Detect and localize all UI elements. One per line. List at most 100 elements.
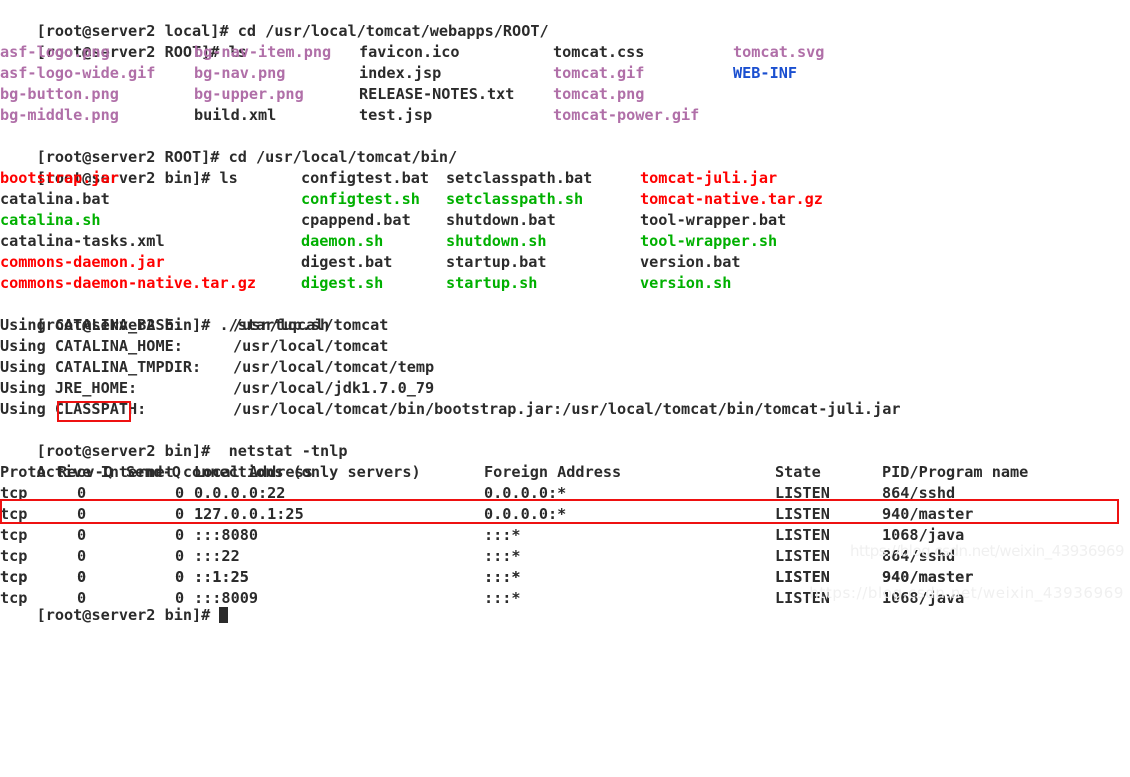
ls-entry[interactable]: startup.bat [446,252,547,273]
ls-bin-row: catalina.bat configtest.sh setclasspath.… [0,189,823,210]
cell-foreign-address: :::* [484,526,521,544]
ls-entry[interactable]: catalina-tasks.xml [0,231,165,252]
ls-entry[interactable]: tomcat-native.tar.gz [640,189,823,210]
terminal-line-startup: [root@server2 bin]# ./startup.sh [0,294,330,334]
ls-root-row: bg-button.png bg-upper.png RELEASE-NOTES… [0,84,644,105]
env-var-value: /usr/local/tomcat [233,316,389,334]
terminal-line-cd-bin: [root@server2 ROOT]# cd /usr/local/tomca… [0,126,458,166]
ls-entry[interactable]: configtest.bat [301,168,429,189]
cell-sendq: 0 [175,484,185,502]
ls-entry[interactable]: bg-nav.png [194,63,285,84]
cell-state: LISTEN [775,505,830,523]
terminal-line-final-prompt: [root@server2 bin]# [0,584,229,624]
cell-proto: tcp [0,547,28,565]
ls-entry[interactable]: daemon.sh [301,231,383,252]
ls-root-row: asf-logo.png bg-nav-item.png favicon.ico… [0,42,824,63]
ls-entry[interactable]: tool-wrapper.sh [640,231,777,252]
startup-output-line: Using CATALINA_HOME: /usr/local/tomcat [0,336,388,357]
ls-entry[interactable]: asf-logo-wide.gif [0,63,155,84]
site-watermark: https://blog.csdn.net/weixin_43936969 ht… [809,520,1124,604]
cell-foreign-address: :::* [484,547,521,565]
terminal-window[interactable]: [root@server2 local]# cd /usr/local/tomc… [0,0,1130,624]
cell-recvq: 0 [77,484,87,502]
column-header-pid: PID/Program name [882,463,1029,481]
column-header-proto: Proto [0,463,46,481]
cell-local-address: :::8080 [194,526,259,544]
ls-entry[interactable]: favicon.ico [359,42,460,63]
env-var-label: Using CATALINA_BASE: [0,316,183,334]
cell-local-address: 127.0.0.1:25 [194,505,304,523]
ls-entry[interactable]: configtest.sh [301,189,420,210]
ls-bin-row: commons-daemon.jar digest.bat startup.ba… [0,252,741,273]
command-cd-webapps-root: cd /usr/local/tomcat/webapps/ROOT/ [237,22,549,40]
netstat-row[interactable]: tcp 0 0 :::22 :::* LISTEN 864/sshd [0,546,955,567]
ls-entry[interactable]: tomcat.svg [733,42,824,63]
column-header-sendq: Send-Q [126,463,181,481]
cell-state: LISTEN [775,484,830,502]
ls-entry[interactable]: RELEASE-NOTES.txt [359,84,514,105]
ls-entry[interactable]: bg-nav-item.png [194,42,331,63]
ls-entry[interactable]: cpappend.bat [301,210,411,231]
cell-foreign-address: 0.0.0.0:* [484,484,567,502]
ls-entry[interactable]: setclasspath.sh [446,189,583,210]
ls-entry[interactable]: tomcat-power.gif [553,105,699,126]
netstat-row[interactable]: tcp 0 0 127.0.0.1:25 0.0.0.0:* LISTEN 94… [0,504,973,525]
cell-proto: tcp [0,505,28,523]
cell-recvq: 0 [77,547,87,565]
env-var-value: /usr/local/tomcat [233,337,389,355]
netstat-heading: Active Internet connections (only server… [0,441,421,481]
ls-entry[interactable]: tool-wrapper.bat [640,210,786,231]
cell-proto: tcp [0,484,28,502]
ls-bin-row: catalina-tasks.xml daemon.sh shutdown.sh… [0,231,777,252]
ls-entry[interactable]: test.jsp [359,105,432,126]
ls-entry[interactable]: tomcat.gif [553,63,644,84]
env-var-label: Using CLASSPATH: [0,400,147,418]
ls-entry[interactable]: bg-upper.png [194,84,304,105]
ls-entry[interactable]: build.xml [194,105,276,126]
ls-entry[interactable]: version.bat [640,252,741,273]
ls-entry[interactable]: commons-daemon-native.tar.gz [0,273,256,294]
env-var-value: /usr/local/tomcat/temp [233,358,435,376]
cell-sendq: 0 [175,526,185,544]
ls-entry[interactable]: bootstrap.jar [0,168,119,189]
cell-pid-program: 864/sshd [882,484,956,502]
ls-entry[interactable]: shutdown.sh [446,231,547,252]
ls-entry[interactable]: index.jsp [359,63,441,84]
cursor-block [219,607,229,623]
ls-entry[interactable]: startup.sh [446,273,537,294]
cell-local-address: 0.0.0.0:22 [194,484,286,502]
netstat-header-row: Proto Recv-Q Send-Q Local Address Foreig… [0,462,1028,483]
column-header-local: Local Address [194,463,313,481]
ls-entry[interactable]: shutdown.bat [446,210,556,231]
ls-entry[interactable]: bg-button.png [0,84,119,105]
ls-root-row: asf-logo-wide.gif bg-nav.png index.jsp t… [0,63,797,84]
ls-entry[interactable]: asf-logo.png [0,42,110,63]
cell-sendq: 0 [175,505,185,523]
ls-entry[interactable]: digest.sh [301,273,383,294]
cell-proto: tcp [0,526,28,544]
ls-entry[interactable]: digest.bat [301,252,392,273]
ls-entry[interactable]: commons-daemon.jar [0,252,165,273]
watermark-line-2: https://blog.csdn.net/weixin_43936969 [809,584,1124,602]
ls-entry[interactable]: version.sh [640,273,731,294]
ls-entry[interactable]: bg-middle.png [0,105,119,126]
startup-output-line: Using CATALINA_TMPDIR: /usr/local/tomcat… [0,357,434,378]
netstat-row-highlighted[interactable]: tcp 0 0 :::8080 :::* LISTEN 1068/java [0,525,964,546]
ls-entry[interactable]: catalina.bat [0,189,110,210]
cell-local-address: :::22 [194,547,240,565]
env-var-label: Using CATALINA_TMPDIR: [0,358,202,376]
ls-entry[interactable]: tomcat.png [553,84,644,105]
netstat-row[interactable]: tcp 0 0 0.0.0.0:22 0.0.0.0:* LISTEN 864/… [0,483,955,504]
ls-entry[interactable]: catalina.sh [0,210,101,231]
ls-entry-directory[interactable]: WEB-INF [733,63,797,84]
cell-foreign-address: 0.0.0.0:* [484,505,567,523]
terminal-line-ls-root: [root@server2 ROOT]# ls [0,21,247,61]
cell-foreign-address: :::* [484,568,521,586]
ls-entry[interactable]: tomcat.css [553,42,644,63]
terminal-line-ls-bin: [root@server2 bin]# ls [0,147,238,187]
env-var-value: /usr/local/jdk1.7.0_79 [233,379,435,397]
ls-entry[interactable]: tomcat-juli.jar [640,168,777,189]
ls-bin-row: commons-daemon-native.tar.gz digest.sh s… [0,273,731,294]
ls-entry[interactable]: setclasspath.bat [446,168,592,189]
column-header-recvq: Recv-Q [58,463,113,481]
